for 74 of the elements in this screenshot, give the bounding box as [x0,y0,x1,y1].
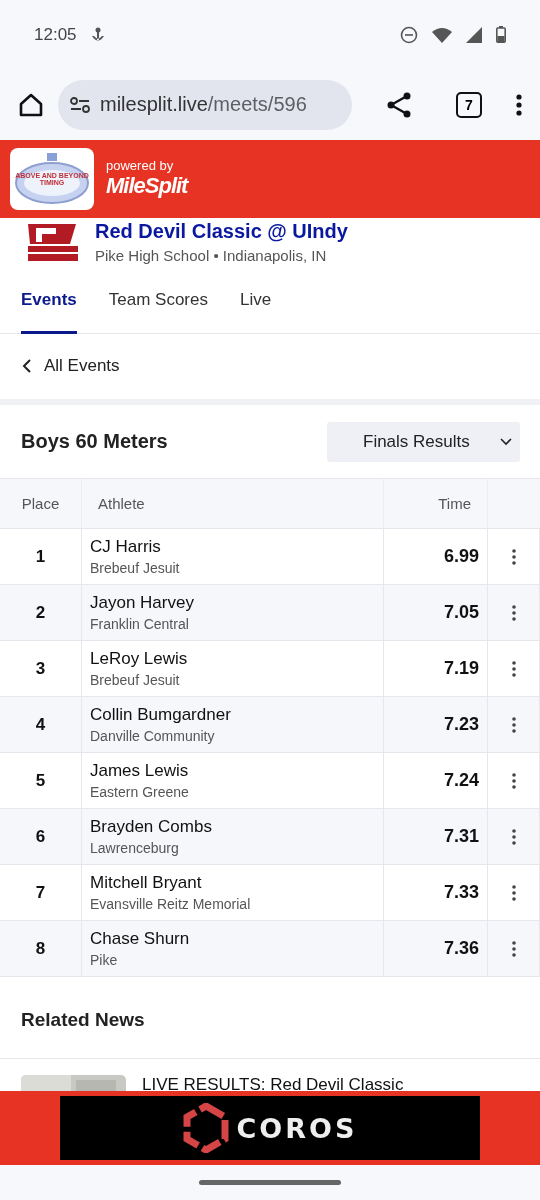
ad-banner[interactable]: COROS [60,1096,480,1161]
athlete-name[interactable]: Jayon Harvey [90,593,194,614]
column-header: Time [384,479,488,530]
place-cell: 1 [35,546,46,567]
more-icon [511,940,516,957]
home-icon[interactable] [18,91,44,118]
round-select[interactable]: Finals Results [327,421,520,462]
section-title: Related News [21,1008,145,1031]
nav-tab[interactable]: Live [239,269,272,334]
more-icon [511,884,516,901]
url-text: milesplit.live/meets/596 [100,93,307,117]
team-name: Brebeuf Jesuit [90,560,180,577]
meet-title[interactable]: Red Devil Classic @ UIndy [95,219,348,243]
athlete-name[interactable]: Brayden Combs [90,817,212,838]
time-cell: 7.23 [443,714,479,736]
news-headline[interactable]: LIVE RESULTS: Red Devil Classic [142,1075,404,1092]
time-cell: 6.99 [443,546,479,568]
place-cell: 3 [35,658,46,679]
place-cell: 6 [35,826,46,847]
athlete-name[interactable]: CJ Harris [90,537,161,558]
time-cell: 7.36 [443,938,479,960]
team-name: Danville Community [90,728,215,745]
time-cell: 7.19 [443,658,479,680]
team-name: Eastern Greene [90,784,189,801]
time-cell: 7.31 [443,826,479,848]
wifi-icon [432,26,452,43]
site-settings-icon[interactable] [70,96,90,113]
team-name: Franklin Central [90,616,189,633]
home-indicator[interactable] [199,1180,341,1186]
place-cell: 7 [35,882,46,903]
team-name: Brebeuf Jesuit [90,672,180,689]
team-name: Lawrenceburg [90,840,179,857]
place-cell: 4 [35,714,46,735]
more-icon [511,772,516,789]
powered-by-text: powered by [106,158,175,174]
brand-logo: MileSplit [106,173,188,200]
back-icon[interactable] [22,359,32,374]
more-icon [511,604,516,621]
anchor-icon [90,26,105,43]
place-cell: 2 [35,602,46,623]
place-cell: 5 [35,770,46,791]
team-name: Pike [90,952,118,969]
place-cell: 8 [35,938,46,959]
athlete-name[interactable]: LeRoy Lewis [90,649,188,670]
athlete-name[interactable]: Collin Bumgardner [90,705,231,726]
battery-icon [496,26,506,44]
event-title: Boys 60 Meters [21,430,168,454]
team-name: Evansville Reitz Memorial [90,896,251,913]
more-icon [511,548,516,565]
athlete-name[interactable]: Mitchell Bryant [90,873,202,894]
time-cell: 7.05 [443,602,479,624]
column-header: Place [0,479,82,530]
nav-tab[interactable]: Events [21,269,77,334]
all-events-link[interactable]: All Events [44,356,120,377]
time-cell: 7.33 [443,882,479,904]
athlete-name[interactable]: Chase Shurn [90,929,190,950]
menu-icon[interactable] [516,93,522,116]
share-icon[interactable] [386,91,412,118]
chevron-down-icon [500,437,512,446]
tab-count-button[interactable]: 7 [456,91,482,118]
column-header: Athlete [82,479,384,530]
more-icon [511,660,516,677]
more-icon [511,716,516,733]
more-icon [511,828,516,845]
do-not-disturb-icon [400,25,418,44]
meet-location: Pike High School • Indianapolis, IN [95,246,328,264]
ad-brand: COROS [236,1112,358,1144]
address-bar[interactable]: milesplit.live/meets/596 [58,79,352,130]
time-cell: 7.24 [443,770,479,792]
hexagon-logo-icon [182,1103,229,1154]
athlete-name[interactable]: James Lewis [90,761,189,782]
signal-icon [466,26,482,43]
nav-tab[interactable]: Team Scores [108,269,208,334]
status-time: 12:05 [34,24,77,45]
